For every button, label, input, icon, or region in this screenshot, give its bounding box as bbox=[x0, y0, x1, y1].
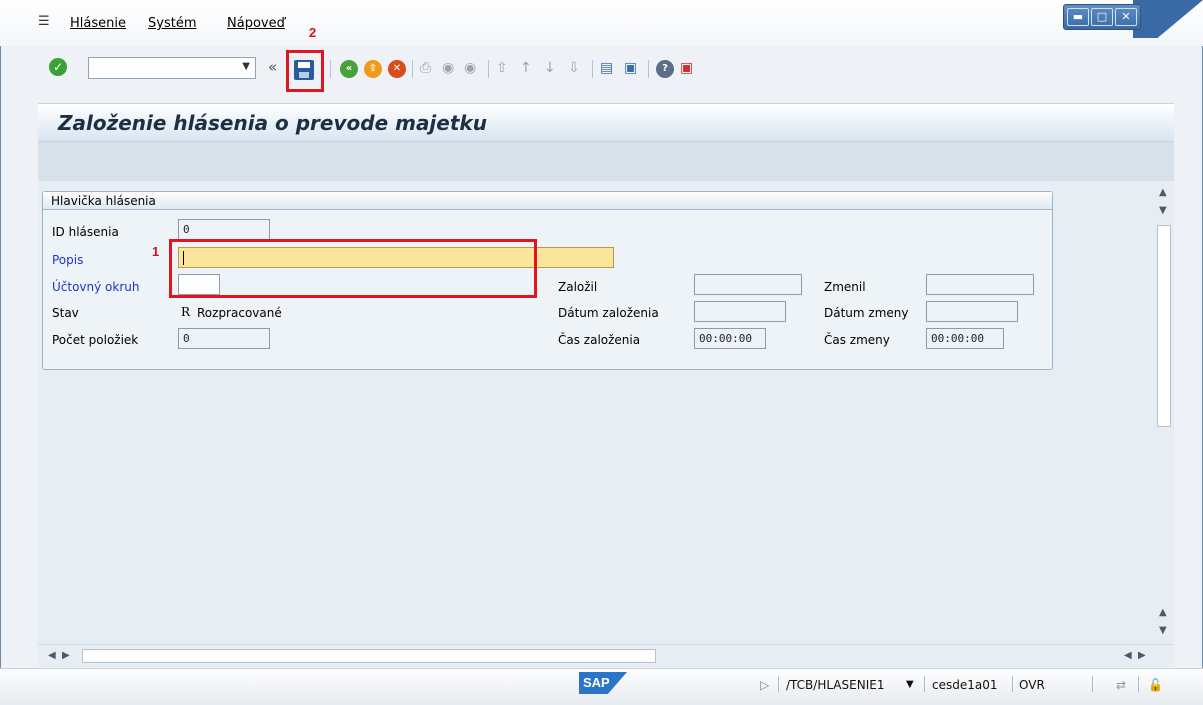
shortcut-icon[interactable]: ▣ bbox=[624, 60, 637, 76]
maximize-icon[interactable]: □ bbox=[1091, 8, 1113, 26]
label-id-hlasenia: ID hlásenia bbox=[52, 225, 119, 239]
field-zalozil bbox=[694, 274, 802, 295]
input-highlight-box bbox=[169, 239, 537, 298]
label-popis: Popis bbox=[52, 253, 84, 267]
next-page-icon[interactable]: ↓ bbox=[544, 60, 556, 76]
collapse-chevron-icon[interactable]: « bbox=[268, 58, 277, 76]
label-pocet-poloziek: Počet položiek bbox=[52, 333, 139, 347]
help-icon[interactable]: ? bbox=[656, 60, 674, 78]
window-controls: ▬ □ ✕ bbox=[1063, 4, 1141, 30]
toolbar-separator bbox=[330, 60, 331, 78]
label-stav: Stav bbox=[52, 306, 79, 320]
vertical-scrollbar[interactable]: ▲ ▼ ▲ ▼ bbox=[1154, 181, 1174, 644]
field-pocet-poloziek: 0 bbox=[178, 328, 270, 349]
page-title: Založenie hlásenia o prevode majetku bbox=[58, 111, 487, 135]
horizontal-scrollbar[interactable]: ◀ ▶ ◀ ▶ bbox=[38, 644, 1174, 667]
minimize-icon[interactable]: ▬ bbox=[1067, 8, 1089, 26]
scroll-left-icon[interactable]: ◀ bbox=[1124, 650, 1132, 661]
status-mode[interactable]: OVR bbox=[1019, 678, 1045, 692]
scroll-down-icon[interactable]: ▼ bbox=[1159, 625, 1167, 636]
find-next-icon[interactable]: ◉ bbox=[464, 60, 476, 76]
status-separator bbox=[1012, 676, 1013, 692]
status-separator bbox=[778, 676, 779, 692]
toolbar-separator bbox=[592, 60, 593, 78]
annotation-2: 2 bbox=[309, 25, 317, 40]
scroll-right-icon[interactable]: ▶ bbox=[1138, 650, 1146, 661]
back-icon[interactable]: « bbox=[340, 60, 358, 78]
exit-icon[interactable]: ⇧ bbox=[364, 60, 382, 78]
status-server: cesde1a01 bbox=[932, 678, 998, 692]
stav-code: R bbox=[181, 305, 191, 319]
label-datum-zmeny: Dátum zmeny bbox=[824, 306, 909, 320]
first-page-icon[interactable]: ⇧ bbox=[496, 60, 508, 76]
toolbar-separator bbox=[648, 60, 649, 78]
group-title: Hlavička hlásenia bbox=[43, 192, 1052, 210]
status-expand-icon[interactable]: ▷ bbox=[760, 678, 769, 692]
lock-open-icon[interactable]: 🔓 bbox=[1148, 678, 1163, 692]
label-cas-zalozenia: Čas založenia bbox=[558, 333, 641, 347]
scroll-down-icon[interactable]: ▼ bbox=[1159, 205, 1167, 216]
status-separator bbox=[1138, 676, 1139, 692]
application-toolbar bbox=[38, 141, 1174, 182]
new-session-icon[interactable]: ▤ bbox=[600, 60, 613, 76]
label-datum-zalozenia: Dátum založenia bbox=[558, 306, 659, 320]
field-cas-zalozenia: 00:00:00 bbox=[694, 328, 766, 349]
scroll-up-icon[interactable]: ▲ bbox=[1159, 607, 1167, 618]
menu-item-hlasenie[interactable]: Hlásenie bbox=[70, 16, 126, 31]
field-zmenil bbox=[926, 274, 1034, 295]
status-separator bbox=[924, 676, 925, 692]
label-uctovny-okruh: Účtovný okruh bbox=[52, 280, 140, 294]
stav-text: Rozpracované bbox=[197, 306, 282, 320]
label-cas-zmeny: Čas zmeny bbox=[824, 333, 890, 347]
annotation-1: 1 bbox=[152, 244, 160, 259]
scroll-right-icon[interactable]: ▶ bbox=[62, 650, 70, 661]
enter-check-icon[interactable]: ✓ bbox=[49, 58, 67, 76]
toolbar-separator bbox=[412, 60, 413, 78]
find-icon[interactable]: ◉ bbox=[442, 60, 454, 76]
save-highlight-box bbox=[286, 50, 324, 92]
cancel-icon[interactable]: ✕ bbox=[388, 60, 406, 78]
field-id-hlasenia: 0 bbox=[178, 219, 270, 240]
layout-switch-icon[interactable]: ⇄ bbox=[1116, 678, 1126, 692]
window-tab bbox=[1133, 0, 1203, 38]
scroll-left-icon[interactable]: ◀ bbox=[48, 650, 56, 661]
scroll-up-icon[interactable]: ▲ bbox=[1159, 187, 1167, 198]
last-page-icon[interactable]: ⇩ bbox=[568, 60, 580, 76]
vertical-scroll-thumb[interactable] bbox=[1157, 225, 1171, 427]
status-transaction: /TCB/HLASENIE1 bbox=[786, 678, 885, 692]
transaction-dropdown-icon[interactable]: ▼ bbox=[906, 679, 914, 690]
field-datum-zalozenia bbox=[694, 301, 786, 322]
status-separator bbox=[1092, 676, 1093, 692]
horizontal-scroll-thumb[interactable] bbox=[82, 649, 656, 663]
label-zalozil: Založil bbox=[558, 280, 598, 294]
chevron-down-icon[interactable]: ▼ bbox=[242, 61, 250, 72]
close-icon[interactable]: ✕ bbox=[1115, 8, 1137, 26]
menu-item-system[interactable]: Systém bbox=[148, 16, 196, 31]
menu-item-napoved[interactable]: Nápoveď bbox=[227, 16, 285, 31]
customize-layout-icon[interactable]: ▣ bbox=[680, 60, 693, 76]
title-bar: Založenie hlásenia o prevode majetku bbox=[38, 103, 1174, 142]
toolbar-separator bbox=[488, 60, 489, 78]
label-zmenil: Zmenil bbox=[824, 280, 866, 294]
print-icon[interactable]: ⎙ bbox=[420, 60, 431, 76]
command-field[interactable]: ▼ bbox=[88, 57, 256, 79]
field-datum-zmeny bbox=[926, 301, 1018, 322]
menu-bar: ☰ Hlásenie Systém Nápoveď 2 ▬ □ ✕ bbox=[0, 0, 1203, 46]
previous-page-icon[interactable]: ↑ bbox=[520, 60, 532, 76]
field-cas-zmeny: 00:00:00 bbox=[926, 328, 1004, 349]
menu-toggle-icon[interactable]: ☰ bbox=[38, 14, 54, 29]
